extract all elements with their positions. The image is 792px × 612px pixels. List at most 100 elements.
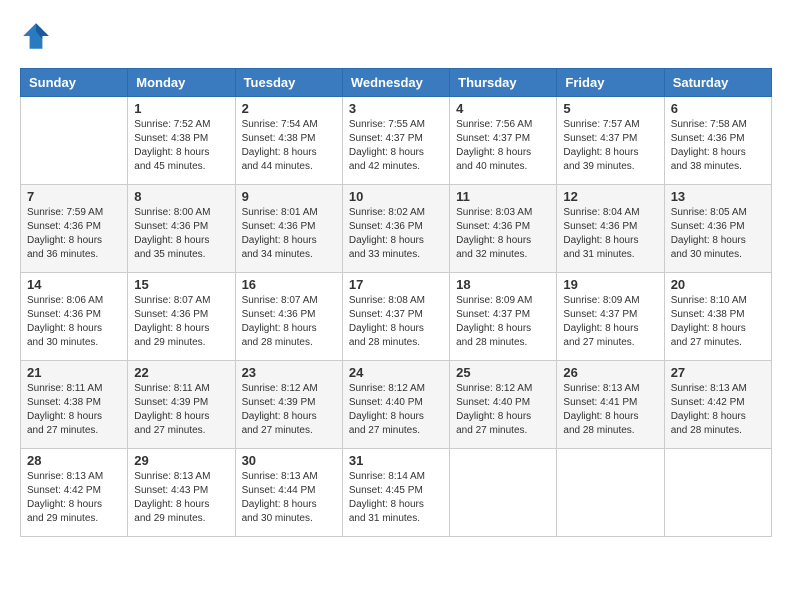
- calendar-header-wednesday: Wednesday: [342, 69, 449, 97]
- day-info: Sunrise: 7:58 AM Sunset: 4:36 PM Dayligh…: [671, 118, 765, 174]
- day-number: 25: [456, 365, 550, 380]
- calendar-cell-2-3: 9 Sunrise: 8:01 AM Sunset: 4:36 PM Daylig…: [235, 185, 342, 273]
- day-number: 2: [242, 101, 336, 116]
- day-info: Sunrise: 7:54 AM Sunset: 4:38 PM Dayligh…: [242, 118, 336, 174]
- day-info: Sunrise: 8:00 AM Sunset: 4:36 PM Dayligh…: [134, 206, 228, 262]
- day-info: Sunrise: 8:13 AM Sunset: 4:44 PM Dayligh…: [242, 470, 336, 526]
- day-info: Sunrise: 8:05 AM Sunset: 4:36 PM Dayligh…: [671, 206, 765, 262]
- day-info: Sunrise: 8:08 AM Sunset: 4:37 PM Dayligh…: [349, 294, 443, 350]
- day-number: 14: [27, 277, 121, 292]
- day-number: 9: [242, 189, 336, 204]
- day-info: Sunrise: 8:07 AM Sunset: 4:36 PM Dayligh…: [134, 294, 228, 350]
- calendar-cell-2-4: 10Sunrise: 8:02 AM Sunset: 4:36 PM Dayli…: [342, 185, 449, 273]
- day-info: Sunrise: 8:11 AM Sunset: 4:39 PM Dayligh…: [134, 382, 228, 438]
- day-number: 18: [456, 277, 550, 292]
- day-info: Sunrise: 8:04 AM Sunset: 4:36 PM Dayligh…: [563, 206, 657, 262]
- day-number: 5: [563, 101, 657, 116]
- calendar-cell-4-2: 22Sunrise: 8:11 AM Sunset: 4:39 PM Dayli…: [128, 361, 235, 449]
- logo: [20, 20, 56, 52]
- calendar-cell-4-7: 27 Sunrise: 8:13 AM Sunset: 4:42 PM Dayli…: [664, 361, 771, 449]
- day-info: Sunrise: 7:56 AM Sunset: 4:37 PM Dayligh…: [456, 118, 550, 174]
- calendar-cell-1-1: [21, 97, 128, 185]
- calendar-cell-2-5: 11Sunrise: 8:03 AM Sunset: 4:36 PM Dayli…: [450, 185, 557, 273]
- calendar-week-row-1: 1 Sunrise: 7:52 AM Sunset: 4:38 PM Daylig…: [21, 97, 772, 185]
- day-info: Sunrise: 7:57 AM Sunset: 4:37 PM Dayligh…: [563, 118, 657, 174]
- day-number: 21: [27, 365, 121, 380]
- day-info: Sunrise: 8:12 AM Sunset: 4:40 PM Dayligh…: [349, 382, 443, 438]
- day-number: 10: [349, 189, 443, 204]
- day-number: 13: [671, 189, 765, 204]
- day-info: Sunrise: 8:13 AM Sunset: 4:43 PM Dayligh…: [134, 470, 228, 526]
- calendar-cell-5-5: [450, 449, 557, 537]
- calendar-cell-2-2: 8 Sunrise: 8:00 AM Sunset: 4:36 PM Daylig…: [128, 185, 235, 273]
- day-number: 30: [242, 453, 336, 468]
- day-info: Sunrise: 8:10 AM Sunset: 4:38 PM Dayligh…: [671, 294, 765, 350]
- day-info: Sunrise: 8:13 AM Sunset: 4:42 PM Dayligh…: [671, 382, 765, 438]
- day-info: Sunrise: 8:12 AM Sunset: 4:39 PM Dayligh…: [242, 382, 336, 438]
- calendar-cell-5-3: 30 Sunrise: 8:13 AM Sunset: 4:44 PM Dayli…: [235, 449, 342, 537]
- calendar-cell-5-6: [557, 449, 664, 537]
- calendar-header-saturday: Saturday: [664, 69, 771, 97]
- day-number: 8: [134, 189, 228, 204]
- day-info: Sunrise: 8:12 AM Sunset: 4:40 PM Dayligh…: [456, 382, 550, 438]
- day-number: 20: [671, 277, 765, 292]
- day-number: 28: [27, 453, 121, 468]
- calendar-header-friday: Friday: [557, 69, 664, 97]
- day-info: Sunrise: 8:01 AM Sunset: 4:36 PM Dayligh…: [242, 206, 336, 262]
- day-info: Sunrise: 8:07 AM Sunset: 4:36 PM Dayligh…: [242, 294, 336, 350]
- calendar-cell-1-3: 2 Sunrise: 7:54 AM Sunset: 4:38 PM Daylig…: [235, 97, 342, 185]
- calendar-cell-1-2: 1 Sunrise: 7:52 AM Sunset: 4:38 PM Daylig…: [128, 97, 235, 185]
- calendar-cell-4-3: 23 Sunrise: 8:12 AM Sunset: 4:39 PM Dayli…: [235, 361, 342, 449]
- calendar-cell-1-4: 3 Sunrise: 7:55 AM Sunset: 4:37 PM Daylig…: [342, 97, 449, 185]
- calendar-cell-3-4: 17 Sunrise: 8:08 AM Sunset: 4:37 PM Dayli…: [342, 273, 449, 361]
- calendar-cell-1-7: 6 Sunrise: 7:58 AM Sunset: 4:36 PM Daylig…: [664, 97, 771, 185]
- day-number: 15: [134, 277, 228, 292]
- day-info: Sunrise: 8:09 AM Sunset: 4:37 PM Dayligh…: [456, 294, 550, 350]
- calendar-cell-3-6: 19 Sunrise: 8:09 AM Sunset: 4:37 PM Dayli…: [557, 273, 664, 361]
- calendar-cell-2-1: 7 Sunrise: 7:59 AM Sunset: 4:36 PM Daylig…: [21, 185, 128, 273]
- calendar-cell-2-6: 12Sunrise: 8:04 AM Sunset: 4:36 PM Dayli…: [557, 185, 664, 273]
- calendar-cell-3-2: 15 Sunrise: 8:07 AM Sunset: 4:36 PM Dayli…: [128, 273, 235, 361]
- calendar-cell-3-7: 20 Sunrise: 8:10 AM Sunset: 4:38 PM Dayli…: [664, 273, 771, 361]
- day-number: 3: [349, 101, 443, 116]
- day-number: 27: [671, 365, 765, 380]
- day-number: 23: [242, 365, 336, 380]
- day-number: 7: [27, 189, 121, 204]
- day-info: Sunrise: 8:03 AM Sunset: 4:36 PM Dayligh…: [456, 206, 550, 262]
- day-number: 1: [134, 101, 228, 116]
- calendar-cell-4-4: 24 Sunrise: 8:12 AM Sunset: 4:40 PM Dayli…: [342, 361, 449, 449]
- calendar-cell-1-5: 4 Sunrise: 7:56 AM Sunset: 4:37 PM Daylig…: [450, 97, 557, 185]
- day-info: Sunrise: 7:52 AM Sunset: 4:38 PM Dayligh…: [134, 118, 228, 174]
- day-number: 24: [349, 365, 443, 380]
- day-number: 26: [563, 365, 657, 380]
- calendar-cell-2-7: 13 Sunrise: 8:05 AM Sunset: 4:36 PM Dayli…: [664, 185, 771, 273]
- day-number: 16: [242, 277, 336, 292]
- calendar-week-row-2: 7 Sunrise: 7:59 AM Sunset: 4:36 PM Daylig…: [21, 185, 772, 273]
- calendar-table: SundayMondayTuesdayWednesdayThursdayFrid…: [20, 68, 772, 537]
- day-info: Sunrise: 8:06 AM Sunset: 4:36 PM Dayligh…: [27, 294, 121, 350]
- calendar-week-row-4: 21 Sunrise: 8:11 AM Sunset: 4:38 PM Dayli…: [21, 361, 772, 449]
- day-number: 4: [456, 101, 550, 116]
- day-info: Sunrise: 7:59 AM Sunset: 4:36 PM Dayligh…: [27, 206, 121, 262]
- day-info: Sunrise: 8:14 AM Sunset: 4:45 PM Dayligh…: [349, 470, 443, 526]
- calendar-cell-3-3: 16 Sunrise: 8:07 AM Sunset: 4:36 PM Dayli…: [235, 273, 342, 361]
- day-info: Sunrise: 8:11 AM Sunset: 4:38 PM Dayligh…: [27, 382, 121, 438]
- day-number: 6: [671, 101, 765, 116]
- day-info: Sunrise: 8:13 AM Sunset: 4:41 PM Dayligh…: [563, 382, 657, 438]
- calendar-header-sunday: Sunday: [21, 69, 128, 97]
- calendar-cell-5-1: 28 Sunrise: 8:13 AM Sunset: 4:42 PM Dayli…: [21, 449, 128, 537]
- calendar-cell-1-6: 5 Sunrise: 7:57 AM Sunset: 4:37 PM Daylig…: [557, 97, 664, 185]
- calendar-cell-4-1: 21 Sunrise: 8:11 AM Sunset: 4:38 PM Dayli…: [21, 361, 128, 449]
- calendar-week-row-3: 14 Sunrise: 8:06 AM Sunset: 4:36 PM Dayli…: [21, 273, 772, 361]
- day-info: Sunrise: 8:13 AM Sunset: 4:42 PM Dayligh…: [27, 470, 121, 526]
- calendar-cell-5-4: 31Sunrise: 8:14 AM Sunset: 4:45 PM Dayli…: [342, 449, 449, 537]
- day-info: Sunrise: 8:09 AM Sunset: 4:37 PM Dayligh…: [563, 294, 657, 350]
- day-number: 29: [134, 453, 228, 468]
- calendar-cell-3-5: 18 Sunrise: 8:09 AM Sunset: 4:37 PM Dayli…: [450, 273, 557, 361]
- day-info: Sunrise: 7:55 AM Sunset: 4:37 PM Dayligh…: [349, 118, 443, 174]
- day-number: 17: [349, 277, 443, 292]
- calendar-cell-5-2: 29 Sunrise: 8:13 AM Sunset: 4:43 PM Dayli…: [128, 449, 235, 537]
- calendar-cell-4-5: 25 Sunrise: 8:12 AM Sunset: 4:40 PM Dayli…: [450, 361, 557, 449]
- day-number: 19: [563, 277, 657, 292]
- calendar-header-monday: Monday: [128, 69, 235, 97]
